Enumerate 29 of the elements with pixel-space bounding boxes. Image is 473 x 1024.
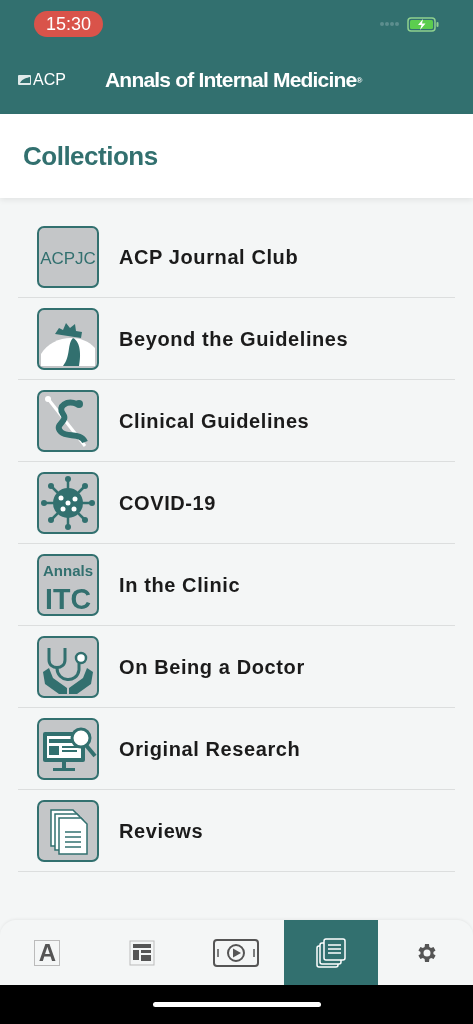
collection-label: COVID-19 (119, 490, 217, 516)
virus-icon (37, 471, 99, 534)
video-icon (213, 938, 260, 967)
clinic-badge-icon: Annals ITC (37, 553, 99, 616)
page-title: Collections (23, 139, 158, 173)
stacked-pages-icon (316, 937, 347, 968)
article-icon (128, 939, 155, 966)
status-time: 15:30 (34, 11, 104, 37)
collection-label: On Being a Doctor (119, 654, 305, 680)
collection-label: ACP Journal Club (119, 244, 299, 270)
sunrise-road-icon (37, 307, 99, 370)
signal-icon (379, 21, 401, 27)
letter-icon: A (34, 939, 61, 966)
collection-label: Clinical Guidelines (119, 408, 310, 434)
collection-label: Beyond the Guidelines (119, 326, 349, 352)
battery-icon (407, 16, 439, 32)
collection-label: Original Research (119, 736, 301, 762)
collection-label: In the Clinic (119, 572, 241, 598)
snake-staff-icon (37, 389, 99, 452)
logo-text: ACP (33, 70, 67, 90)
font-tab[interactable]: A (0, 920, 95, 985)
icon-label: ACPJC (40, 248, 96, 268)
monitor-magnifier-icon (37, 717, 99, 780)
hands-stethoscope-icon (37, 635, 99, 698)
logo-icon (18, 74, 32, 86)
app-title: Annals of Internal Medicine$^{®}$ (105, 67, 362, 94)
collection-label: Reviews (119, 818, 204, 844)
documents-icon (37, 799, 99, 862)
collections-tab[interactable] (283, 920, 379, 985)
